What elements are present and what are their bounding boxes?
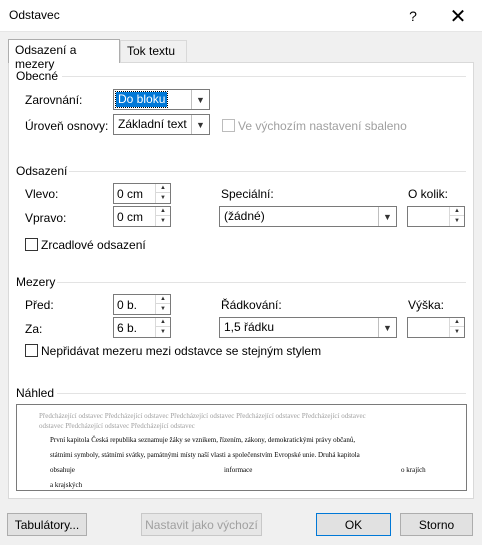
spacing-after-stepper[interactable]: 6 b. ▲ ▼ — [113, 317, 171, 338]
help-icon: ? — [409, 8, 417, 24]
indent-right-label: Vpravo: — [25, 211, 67, 225]
mirror-indents-checkbox[interactable] — [25, 238, 38, 251]
alignment-label: Zarovnání: — [25, 93, 83, 107]
special-select[interactable]: (žádné) ▼ — [219, 206, 397, 227]
tabs-button-label: Tabulátory... — [14, 517, 80, 532]
tab-label: Tok textu — [127, 44, 176, 58]
dialog-title: Odstavec — [9, 8, 60, 22]
preview-text-line: a krajských — [50, 481, 83, 489]
cancel-button[interactable]: Storno — [400, 513, 473, 536]
outline-level-label: Úroveň osnovy: — [25, 119, 109, 133]
spacing-before-stepper[interactable]: 0 b. ▲ ▼ — [113, 294, 171, 315]
help-button[interactable]: ? — [398, 2, 428, 30]
general-heading: Obecné — [16, 69, 59, 83]
mirror-indents-label: Zrcadlové odsazení — [41, 238, 146, 252]
spin-down-icon[interactable]: ▼ — [450, 216, 464, 225]
spacing-after-label: Za: — [25, 322, 43, 336]
special-value: (žádné) — [224, 209, 265, 223]
divider — [62, 76, 466, 77]
spin-down-icon[interactable]: ▼ — [450, 327, 464, 336]
cancel-button-label: Storno — [418, 517, 455, 532]
line-height-stepper[interactable]: ▲ ▼ — [407, 317, 465, 338]
ok-button-label: OK — [344, 517, 363, 532]
indent-by-label: O kolik: — [408, 187, 449, 201]
chevron-down-icon: ▼ — [191, 115, 209, 134]
indent-by-stepper[interactable]: ▲ ▼ — [407, 206, 465, 227]
spin-down-icon[interactable]: ▼ — [156, 304, 170, 313]
preview-text-line: informace — [224, 466, 253, 474]
divider — [69, 171, 466, 172]
preview-text-line: První kapitola Česká republika seznamuje… — [50, 436, 356, 444]
collapsed-label: Ve výchozím nastavení sbaleno — [238, 119, 407, 133]
close-icon: ✕ — [449, 5, 467, 28]
indent-right-stepper[interactable]: 0 cm ▲ ▼ — [113, 206, 171, 227]
spin-up-icon[interactable]: ▲ — [156, 295, 170, 304]
spin-up-icon[interactable]: ▲ — [156, 318, 170, 327]
outline-level-value: Základní text — [118, 117, 187, 131]
set-default-button[interactable]: Nastavit jako výchozí — [141, 513, 262, 536]
alignment-value: Do bloku — [114, 91, 169, 108]
spin-up-icon[interactable]: ▲ — [156, 184, 170, 193]
line-spacing-value: 1,5 řádku — [224, 320, 275, 334]
set-default-button-label: Nastavit jako výchozí — [145, 517, 258, 532]
divider — [57, 393, 466, 394]
spacing-after-value: 6 b. — [117, 321, 138, 335]
line-spacing-select[interactable]: 1,5 řádku ▼ — [219, 317, 397, 338]
spin-down-icon[interactable]: ▼ — [156, 193, 170, 202]
line-height-label: Výška: — [408, 298, 445, 312]
indent-left-value: 0 cm — [117, 187, 144, 201]
spin-up-icon[interactable]: ▲ — [156, 207, 170, 216]
tab-text-flow[interactable]: Tok textu — [120, 40, 187, 62]
preview-text-line: obsahuje — [50, 466, 75, 474]
tabs-button[interactable]: Tabulátory... — [7, 513, 87, 536]
outline-level-select[interactable]: Základní text ▼ — [113, 114, 210, 135]
preview-previous-paragraph: Předcházející odstavec Předcházející ods… — [39, 412, 366, 420]
special-label: Speciální: — [221, 187, 274, 201]
preview-text-line: o krajích — [401, 466, 426, 474]
close-button[interactable]: ✕ — [443, 2, 473, 30]
indent-heading: Odsazení — [16, 164, 68, 178]
preview-box: Předcházející odstavec Předcházející ods… — [16, 404, 467, 491]
indent-left-stepper[interactable]: 0 cm ▲ ▼ — [113, 183, 171, 204]
spin-down-icon[interactable]: ▼ — [156, 216, 170, 225]
spacing-before-label: Před: — [25, 298, 54, 312]
alignment-select[interactable]: Do bloku ▼ — [113, 89, 210, 110]
ok-button[interactable]: OK — [316, 513, 391, 536]
no-space-same-style-checkbox[interactable] — [25, 344, 38, 357]
chevron-down-icon: ▼ — [378, 207, 396, 226]
preview-heading: Náhled — [16, 386, 55, 400]
collapsed-checkbox[interactable] — [222, 119, 235, 132]
indent-right-value: 0 cm — [117, 210, 144, 224]
divider — [57, 282, 466, 283]
spin-down-icon[interactable]: ▼ — [156, 327, 170, 336]
tab-indents-spacing[interactable]: Odsazení a mezery — [8, 39, 120, 71]
title-bar: Odstavec ? ✕ — [0, 0, 482, 32]
spacing-before-value: 0 b. — [117, 298, 138, 312]
line-spacing-label: Řádkování: — [221, 298, 282, 312]
spin-up-icon[interactable]: ▲ — [450, 318, 464, 327]
indent-left-label: Vlevo: — [25, 187, 59, 201]
preview-previous-paragraph: odstavec Předcházející odstavec Předcház… — [39, 422, 195, 430]
no-space-same-style-label: Nepřidávat mezeru mezi odstavce se stejn… — [41, 344, 322, 358]
preview-text-line: státními symboly, státními svátky, památ… — [50, 451, 360, 459]
chevron-down-icon: ▼ — [191, 90, 209, 109]
chevron-down-icon: ▼ — [378, 318, 396, 337]
spin-up-icon[interactable]: ▲ — [450, 207, 464, 216]
spacing-heading: Mezery — [16, 275, 56, 289]
